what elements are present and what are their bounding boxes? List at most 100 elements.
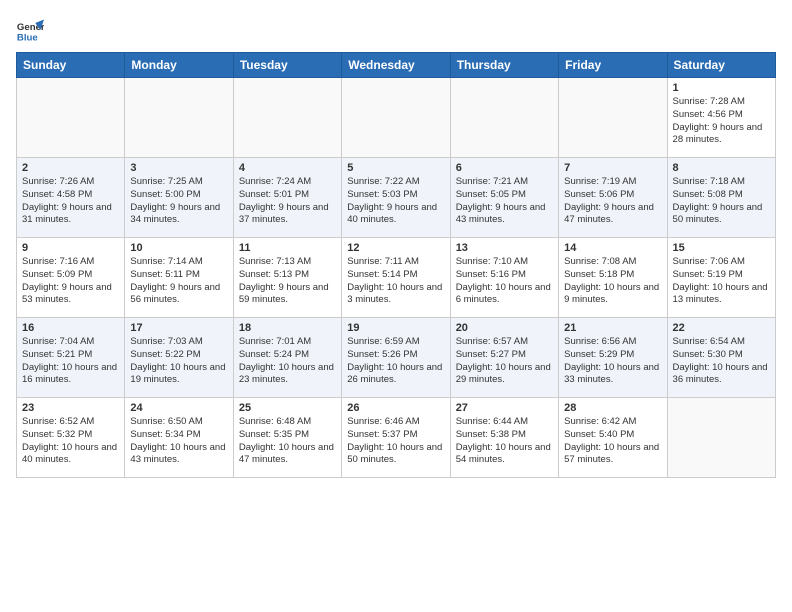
day-number: 25: [239, 402, 336, 414]
day-header-sunday: Sunday: [17, 53, 125, 78]
calendar-cell: 23 Sunrise: 6:52 AM Sunset: 5:32 PM Dayli…: [17, 398, 125, 478]
day-number: 15: [673, 242, 770, 254]
logo-icon: General Blue: [16, 16, 44, 44]
day-header-wednesday: Wednesday: [342, 53, 450, 78]
day-number: 12: [347, 242, 444, 254]
day-header-saturday: Saturday: [667, 53, 775, 78]
day-info: Sunrise: 7:19 AM Sunset: 5:06 PM Dayligh…: [564, 176, 661, 227]
day-info: Sunrise: 7:04 AM Sunset: 5:21 PM Dayligh…: [22, 336, 119, 387]
calendar-cell: 12 Sunrise: 7:11 AM Sunset: 5:14 PM Dayli…: [342, 238, 450, 318]
calendar-cell: 20 Sunrise: 6:57 AM Sunset: 5:27 PM Dayli…: [450, 318, 558, 398]
day-header-thursday: Thursday: [450, 53, 558, 78]
day-number: 2: [22, 162, 119, 174]
calendar-cell: [559, 78, 667, 158]
day-number: 6: [456, 162, 553, 174]
calendar-cell: 7 Sunrise: 7:19 AM Sunset: 5:06 PM Daylig…: [559, 158, 667, 238]
day-info: Sunrise: 7:08 AM Sunset: 5:18 PM Dayligh…: [564, 256, 661, 307]
day-header-tuesday: Tuesday: [233, 53, 341, 78]
calendar-cell: 11 Sunrise: 7:13 AM Sunset: 5:13 PM Dayli…: [233, 238, 341, 318]
day-info: Sunrise: 7:22 AM Sunset: 5:03 PM Dayligh…: [347, 176, 444, 227]
day-number: 9: [22, 242, 119, 254]
day-number: 18: [239, 322, 336, 334]
calendar-cell: 26 Sunrise: 6:46 AM Sunset: 5:37 PM Dayli…: [342, 398, 450, 478]
day-number: 24: [130, 402, 227, 414]
calendar-cell: 6 Sunrise: 7:21 AM Sunset: 5:05 PM Daylig…: [450, 158, 558, 238]
calendar-cell: [342, 78, 450, 158]
day-number: 27: [456, 402, 553, 414]
day-number: 4: [239, 162, 336, 174]
day-number: 17: [130, 322, 227, 334]
day-info: Sunrise: 6:42 AM Sunset: 5:40 PM Dayligh…: [564, 416, 661, 467]
day-info: Sunrise: 7:26 AM Sunset: 4:58 PM Dayligh…: [22, 176, 119, 227]
calendar-cell: 14 Sunrise: 7:08 AM Sunset: 5:18 PM Dayli…: [559, 238, 667, 318]
day-number: 26: [347, 402, 444, 414]
day-info: Sunrise: 7:06 AM Sunset: 5:19 PM Dayligh…: [673, 256, 770, 307]
day-number: 20: [456, 322, 553, 334]
day-info: Sunrise: 7:11 AM Sunset: 5:14 PM Dayligh…: [347, 256, 444, 307]
day-number: 10: [130, 242, 227, 254]
day-number: 14: [564, 242, 661, 254]
day-number: 21: [564, 322, 661, 334]
calendar-cell: 15 Sunrise: 7:06 AM Sunset: 5:19 PM Dayli…: [667, 238, 775, 318]
calendar-cell: 8 Sunrise: 7:18 AM Sunset: 5:08 PM Daylig…: [667, 158, 775, 238]
calendar-cell: 5 Sunrise: 7:22 AM Sunset: 5:03 PM Daylig…: [342, 158, 450, 238]
calendar-cell: 28 Sunrise: 6:42 AM Sunset: 5:40 PM Dayli…: [559, 398, 667, 478]
day-number: 16: [22, 322, 119, 334]
day-info: Sunrise: 7:28 AM Sunset: 4:56 PM Dayligh…: [673, 96, 770, 147]
day-info: Sunrise: 7:13 AM Sunset: 5:13 PM Dayligh…: [239, 256, 336, 307]
calendar-week-row: 9 Sunrise: 7:16 AM Sunset: 5:09 PM Daylig…: [17, 238, 776, 318]
day-info: Sunrise: 7:18 AM Sunset: 5:08 PM Dayligh…: [673, 176, 770, 227]
page-header: General Blue: [16, 16, 776, 44]
day-info: Sunrise: 6:56 AM Sunset: 5:29 PM Dayligh…: [564, 336, 661, 387]
day-number: 28: [564, 402, 661, 414]
day-header-monday: Monday: [125, 53, 233, 78]
calendar-week-row: 23 Sunrise: 6:52 AM Sunset: 5:32 PM Dayli…: [17, 398, 776, 478]
day-info: Sunrise: 7:01 AM Sunset: 5:24 PM Dayligh…: [239, 336, 336, 387]
day-info: Sunrise: 7:24 AM Sunset: 5:01 PM Dayligh…: [239, 176, 336, 227]
logo: General Blue: [16, 16, 48, 44]
calendar-cell: 4 Sunrise: 7:24 AM Sunset: 5:01 PM Daylig…: [233, 158, 341, 238]
day-number: 19: [347, 322, 444, 334]
calendar-cell: [450, 78, 558, 158]
day-header-friday: Friday: [559, 53, 667, 78]
day-number: 1: [673, 82, 770, 94]
calendar-cell: 18 Sunrise: 7:01 AM Sunset: 5:24 PM Dayli…: [233, 318, 341, 398]
day-info: Sunrise: 6:57 AM Sunset: 5:27 PM Dayligh…: [456, 336, 553, 387]
calendar-cell: 22Sunrise: 6:54 AM Sunset: 5:30 PM Dayli…: [667, 318, 775, 398]
calendar-cell: 3 Sunrise: 7:25 AM Sunset: 5:00 PM Daylig…: [125, 158, 233, 238]
day-info: Sunrise: 6:44 AM Sunset: 5:38 PM Dayligh…: [456, 416, 553, 467]
calendar-cell: 27 Sunrise: 6:44 AM Sunset: 5:38 PM Dayli…: [450, 398, 558, 478]
day-info: Sunrise: 7:21 AM Sunset: 5:05 PM Dayligh…: [456, 176, 553, 227]
calendar-week-row: 2 Sunrise: 7:26 AM Sunset: 4:58 PM Daylig…: [17, 158, 776, 238]
day-number: 5: [347, 162, 444, 174]
day-number: 23: [22, 402, 119, 414]
calendar-cell: 13Sunrise: 7:10 AM Sunset: 5:16 PM Dayli…: [450, 238, 558, 318]
calendar-cell: 24 Sunrise: 6:50 AM Sunset: 5:34 PM Dayli…: [125, 398, 233, 478]
day-info: Sunrise: 6:50 AM Sunset: 5:34 PM Dayligh…: [130, 416, 227, 467]
day-number: 13: [456, 242, 553, 254]
calendar-cell: 16 Sunrise: 7:04 AM Sunset: 5:21 PM Dayli…: [17, 318, 125, 398]
day-number: 8: [673, 162, 770, 174]
calendar-cell: 19Sunrise: 6:59 AM Sunset: 5:26 PM Dayli…: [342, 318, 450, 398]
day-number: 7: [564, 162, 661, 174]
calendar-cell: [667, 398, 775, 478]
calendar-cell: [17, 78, 125, 158]
calendar-header-row: SundayMondayTuesdayWednesdayThursdayFrid…: [17, 53, 776, 78]
day-number: 22: [673, 322, 770, 334]
calendar-cell: [125, 78, 233, 158]
calendar-cell: 10Sunrise: 7:14 AM Sunset: 5:11 PM Dayli…: [125, 238, 233, 318]
calendar-cell: 1 Sunrise: 7:28 AM Sunset: 4:56 PM Daylig…: [667, 78, 775, 158]
calendar-cell: [233, 78, 341, 158]
day-info: Sunrise: 6:46 AM Sunset: 5:37 PM Dayligh…: [347, 416, 444, 467]
calendar-week-row: 16 Sunrise: 7:04 AM Sunset: 5:21 PM Dayli…: [17, 318, 776, 398]
calendar-cell: 9 Sunrise: 7:16 AM Sunset: 5:09 PM Daylig…: [17, 238, 125, 318]
calendar-cell: 25Sunrise: 6:48 AM Sunset: 5:35 PM Dayli…: [233, 398, 341, 478]
calendar-week-row: 1 Sunrise: 7:28 AM Sunset: 4:56 PM Daylig…: [17, 78, 776, 158]
day-info: Sunrise: 6:52 AM Sunset: 5:32 PM Dayligh…: [22, 416, 119, 467]
day-info: Sunrise: 7:16 AM Sunset: 5:09 PM Dayligh…: [22, 256, 119, 307]
day-info: Sunrise: 7:25 AM Sunset: 5:00 PM Dayligh…: [130, 176, 227, 227]
day-number: 3: [130, 162, 227, 174]
day-number: 11: [239, 242, 336, 254]
svg-text:Blue: Blue: [17, 33, 38, 44]
calendar-table: SundayMondayTuesdayWednesdayThursdayFrid…: [16, 52, 776, 478]
